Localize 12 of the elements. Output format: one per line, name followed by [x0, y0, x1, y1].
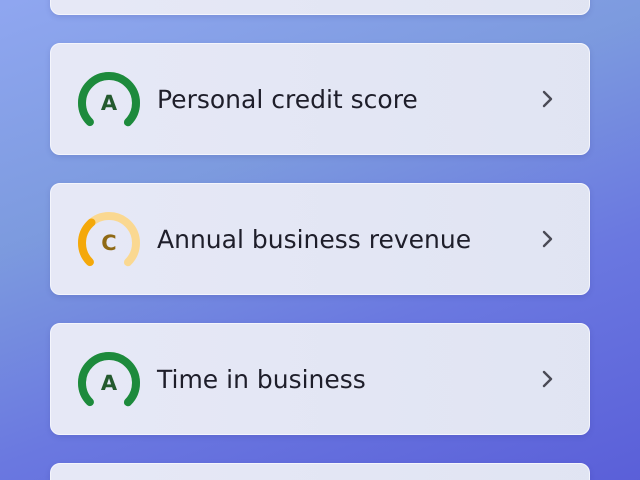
grade-letter: A	[100, 91, 118, 115]
card-title: Personal credit score	[157, 84, 419, 114]
chevron-right-icon	[541, 89, 555, 109]
score-card[interactable]: A Time in business	[50, 323, 590, 435]
score-card[interactable]: A Personal credit score	[50, 43, 590, 155]
chevron-right-icon	[541, 369, 555, 389]
card-title: Time in business	[157, 364, 367, 394]
chevron-right-icon	[541, 229, 555, 249]
card-title: Annual business revenue	[157, 224, 472, 254]
grade-letter: C	[101, 231, 117, 255]
score-card[interactable]: C Annual business revenue	[50, 183, 590, 295]
grade-letter: A	[100, 371, 118, 395]
